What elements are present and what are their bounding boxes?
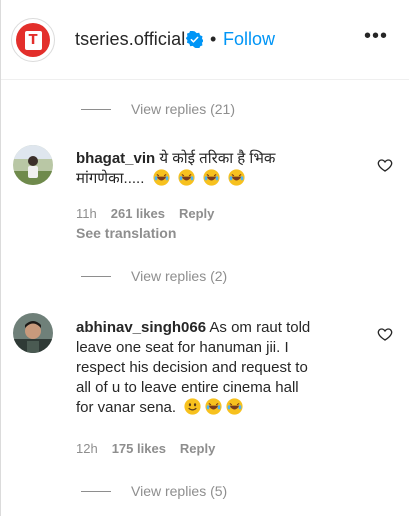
comment-likes[interactable]: 261 likes <box>111 206 165 221</box>
avatar-photo-icon <box>13 145 53 185</box>
see-translation-button[interactable]: See translation <box>76 225 176 241</box>
post-header: T tseries.official • Follow ••• <box>1 0 409 80</box>
tseries-logo-icon: T <box>16 23 50 57</box>
account-username[interactable]: tseries.official <box>75 29 185 50</box>
view-replies-button[interactable]: View replies (5) <box>81 481 227 501</box>
reply-button[interactable]: Reply <box>179 206 214 221</box>
laughing-emoji-icon <box>205 398 222 415</box>
laughing-emoji-icon <box>203 169 220 186</box>
comment-line-3: respect his decision and request to <box>76 359 308 376</box>
comment-line-4: all of u to leave entire cinema hall <box>76 379 299 396</box>
replies-divider-line <box>81 108 111 110</box>
view-replies-label: View replies (21) <box>131 101 236 117</box>
view-replies-button[interactable]: View replies (2) <box>81 266 227 286</box>
reply-button[interactable]: Reply <box>180 441 215 456</box>
comment-time[interactable]: 12h <box>76 441 98 456</box>
verified-badge-icon <box>186 31 203 48</box>
like-heart-icon[interactable] <box>377 326 393 342</box>
laughing-emoji-icon <box>152 169 170 186</box>
replies-divider-line <box>81 275 111 277</box>
comment-text: abhinav_singh066 As om raut told leave o… <box>76 318 361 418</box>
avatar-photo-icon <box>13 313 53 353</box>
header-separator: • <box>210 29 217 49</box>
comment-username[interactable]: abhinav_singh066 <box>76 319 206 336</box>
comment-line-5: for vanar sena. <box>76 399 181 416</box>
laughing-emoji-icon <box>178 169 195 186</box>
comment-line-1: As om raut told <box>206 319 311 336</box>
view-replies-label: View replies (5) <box>131 483 228 499</box>
comment-likes[interactable]: 175 likes <box>112 441 166 456</box>
more-options-icon[interactable]: ••• <box>364 26 387 50</box>
comment-line-2: मांगणेका..... <box>76 170 145 187</box>
replies-divider-line <box>81 490 111 492</box>
comment-text: bhagat_vin ये कोई तरिका है भिक मांगणेका.… <box>76 149 361 189</box>
comment-line-2: leave one seat for hanuman jii. I <box>76 339 289 356</box>
comment-line-1: ये कोई तरिका है भिक <box>155 150 276 167</box>
comment-username[interactable]: bhagat_vin <box>76 150 155 167</box>
view-replies-button[interactable]: View replies (21) <box>81 99 235 119</box>
laughing-emoji-icon <box>228 169 245 186</box>
account-avatar[interactable]: T <box>11 18 55 62</box>
like-heart-icon[interactable] <box>377 157 393 173</box>
comment-time[interactable]: 11h <box>76 206 97 221</box>
post-comments-panel: T tseries.official • Follow ••• View rep… <box>0 0 409 516</box>
comment-meta: 11h 261 likes Reply <box>76 206 214 221</box>
commenter-avatar[interactable] <box>13 313 53 353</box>
commenter-avatar[interactable] <box>13 145 53 185</box>
laughing-emoji-icon <box>226 398 243 415</box>
follow-button[interactable]: Follow <box>223 29 275 50</box>
smiling-emoji-icon <box>184 398 201 415</box>
comment-meta: 12h 175 likes Reply <box>76 441 215 456</box>
view-replies-label: View replies (2) <box>131 268 228 284</box>
